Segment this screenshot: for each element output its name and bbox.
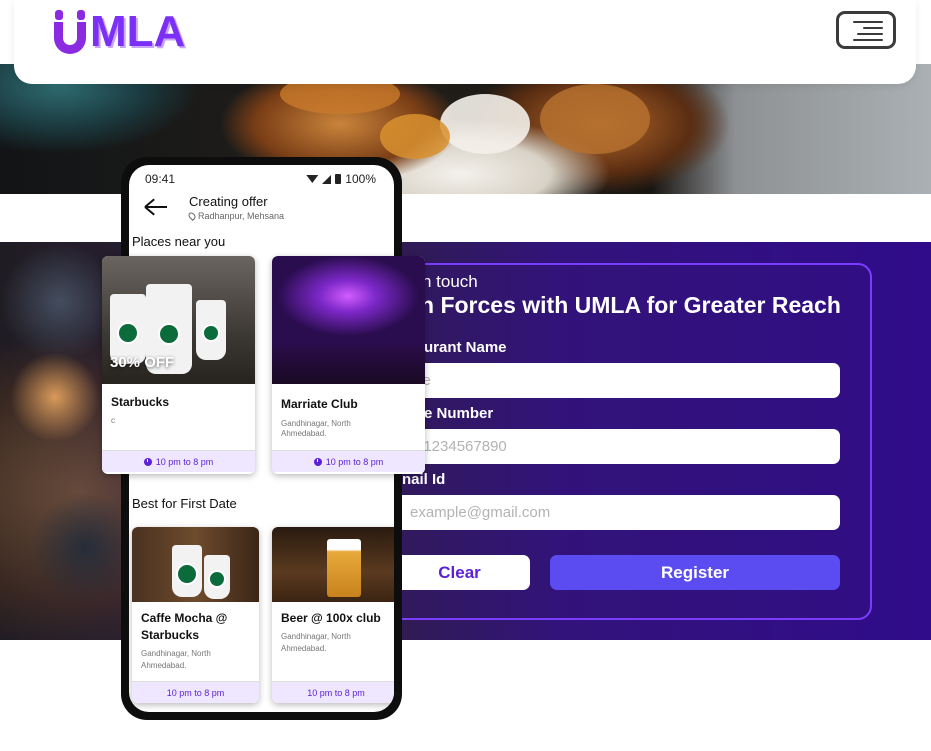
register-button[interactable]: Register — [550, 555, 840, 590]
card-time-badge: 10 pm to 8 pm — [132, 681, 259, 703]
card-address: c — [111, 416, 115, 425]
card-time-text: 10 pm to 8 pm — [155, 456, 214, 467]
card-time-text: 10 pm to 8 pm — [325, 456, 384, 467]
status-time: 09:41 — [145, 172, 176, 186]
section-best-first-date: Best for First Date — [132, 496, 237, 511]
battery-percent: 100% — [345, 172, 376, 186]
clear-button[interactable]: Clear — [389, 555, 530, 590]
restaurant-name-input[interactable] — [396, 363, 840, 398]
back-arrow-icon[interactable] — [143, 197, 169, 217]
phone-number-input[interactable] — [396, 429, 840, 464]
card-name: Beer @ 100x club — [281, 611, 381, 625]
card-time-badge: 10 pm to 8 pm — [272, 681, 394, 703]
logo-mark-icon — [54, 10, 86, 54]
card-address-line2: Ahmedabad. — [141, 661, 187, 670]
card-address-line2: Ahmedabad. — [281, 644, 327, 653]
card-name-line2: Starbucks — [141, 628, 200, 642]
card-time-badge: 10 pm to 8 pm — [102, 450, 255, 472]
location-pin-icon — [187, 211, 197, 221]
card-time-text: 10 pm to 8 pm — [307, 687, 365, 698]
list-item[interactable]: 30% OFF Starbucks c 10 pm to 8 pm — [102, 256, 255, 474]
caffe-mocha-image — [132, 527, 259, 602]
card-name-line1: Caffe Mocha @ — [141, 611, 228, 625]
umla-logo[interactable]: MLA — [54, 4, 185, 54]
card-time-text: 10 pm to 8 pm — [166, 687, 225, 698]
wifi-icon — [306, 175, 319, 183]
hamburger-menu-icon[interactable] — [836, 11, 896, 49]
restaurant-name-label: urant Name — [424, 339, 507, 356]
offer-badge: 30% OFF — [110, 354, 175, 371]
location-text: Radhanpur, Mehsana — [198, 211, 285, 221]
marriate-club-image — [272, 256, 425, 384]
screen-title: Creating offer — [189, 194, 268, 209]
clock-icon — [143, 457, 152, 466]
list-item[interactable]: Beer @ 100x club Gandhinagar, North Ahme… — [272, 527, 394, 703]
card-address-line2: Ahmedabad. — [281, 429, 327, 438]
status-indicators: 100% — [306, 172, 376, 186]
card-time-badge: 10 pm to 8 pm — [272, 450, 425, 472]
logo-text: MLA — [90, 7, 186, 56]
contact-title: n Forces with UMLA for Greater Reach — [420, 292, 841, 318]
contact-kicker: n touch — [422, 272, 478, 291]
signal-icon — [322, 174, 332, 184]
beer-image — [272, 527, 394, 602]
list-item[interactable]: Marriate Club Gandhinagar, North Ahmedab… — [272, 256, 425, 474]
card-address-line1: Gandhinagar, North — [141, 649, 211, 658]
card-name: Starbucks — [111, 395, 170, 409]
list-item[interactable]: Caffe Mocha @ Starbucks Gandhinagar, Nor… — [132, 527, 259, 703]
section-places-near-you: Places near you — [132, 234, 226, 249]
email-id-input[interactable] — [396, 495, 840, 530]
card-name: Marriate Club — [281, 397, 358, 411]
card-address-line1: Gandhinagar, North — [281, 632, 351, 641]
page: MLA n touch n Forces with UMLA for Great… — [0, 0, 931, 751]
battery-icon — [335, 174, 342, 184]
location-line: Radhanpur, Mehsana — [187, 211, 285, 221]
phone-number-label: e Number — [424, 405, 494, 422]
clock-icon — [313, 457, 322, 466]
